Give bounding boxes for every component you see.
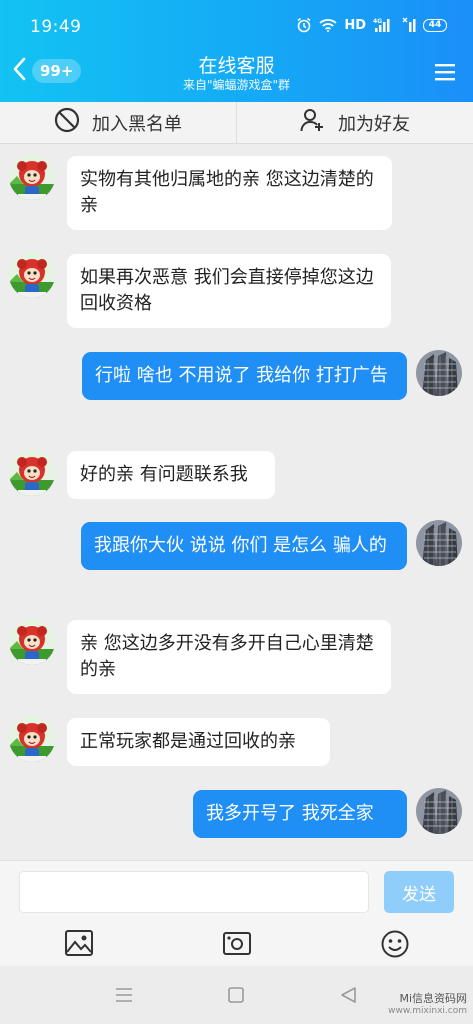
signal-icon: 4G xyxy=(373,17,395,33)
status-bar: 19:49 HD 4G 44 xyxy=(0,0,473,50)
page-subtitle: 来自"蝙蝠游戏盒"群 xyxy=(182,78,291,92)
status-icons: HD 4G 44 xyxy=(296,17,447,33)
back-nav-icon[interactable] xyxy=(338,986,358,1008)
message-bubble[interactable]: 亲 您这边多开没有多开自己心里清楚的亲 xyxy=(67,620,391,694)
system-navigation-bar: Mi信息资码网 www.mixinxi.com xyxy=(0,966,473,1024)
block-label: 加入黑名单 xyxy=(92,113,182,135)
watermark-url: www.mixinxi.com xyxy=(388,1006,467,1016)
user-avatar[interactable] xyxy=(416,788,462,834)
message-bubble[interactable]: 正常玩家都是通过回收的亲 xyxy=(67,718,330,766)
agent-avatar[interactable] xyxy=(9,154,55,200)
camera-icon[interactable] xyxy=(222,929,252,961)
watermark-name: Mi信息资码网 xyxy=(399,992,467,1005)
nav-bar: 99+ 在线客服 来自"蝙蝠游戏盒"群 xyxy=(0,50,473,102)
wifi-icon xyxy=(319,17,337,33)
add-friend-button[interactable]: 加为好友 xyxy=(237,102,473,143)
action-bar: 加入黑名单 加为好友 xyxy=(0,102,473,144)
send-button[interactable]: 发送 xyxy=(384,871,454,913)
home-icon[interactable] xyxy=(227,986,245,1008)
emoji-icon[interactable] xyxy=(380,929,410,963)
network-label: HD xyxy=(344,17,366,33)
status-time: 19:49 xyxy=(30,17,82,37)
message-bubble[interactable]: 我跟你大伙 说说 你们 是怎么 骗人的 xyxy=(81,522,407,570)
agent-avatar[interactable] xyxy=(9,619,55,665)
block-button[interactable]: 加入黑名单 xyxy=(0,102,236,143)
agent-avatar[interactable] xyxy=(9,450,55,496)
add-user-icon xyxy=(300,107,326,138)
user-avatar[interactable] xyxy=(416,350,462,396)
menu-button[interactable] xyxy=(434,62,456,86)
hamburger-menu-icon xyxy=(434,64,456,86)
signal-x-icon xyxy=(402,17,416,33)
message-bubble[interactable]: 好的亲 有问题联系我 xyxy=(67,451,275,499)
message-input[interactable] xyxy=(19,871,369,913)
message-bubble[interactable]: 实物有其他归属地的亲 您这边清楚的亲 xyxy=(67,156,392,230)
input-area: 发送 xyxy=(0,860,473,966)
message-bubble[interactable]: 我多开号了 我死全家 xyxy=(193,790,407,838)
page-title: 在线客服 xyxy=(198,55,275,77)
message-bubble[interactable]: 如果再次恶意 我们会直接停掉您这边回收资格 xyxy=(67,254,391,328)
watermark: Mi信息资码网 www.mixinxi.com xyxy=(388,992,467,1018)
block-icon xyxy=(54,107,80,138)
user-avatar[interactable] xyxy=(416,520,462,566)
title-block: 在线客服 来自"蝙蝠游戏盒"群 xyxy=(0,54,473,93)
alarm-icon xyxy=(296,17,312,33)
message-bubble[interactable]: 行啦 啥也 不用说了 我给你 打打广告 xyxy=(82,352,407,400)
agent-avatar[interactable] xyxy=(9,252,55,298)
image-icon[interactable] xyxy=(64,929,94,961)
recent-apps-icon[interactable] xyxy=(114,986,134,1008)
add-friend-label: 加为好友 xyxy=(338,113,410,135)
agent-avatar[interactable] xyxy=(9,716,55,762)
chat-area[interactable]: 实物有其他归属地的亲 您这边清楚的亲 如果再次恶意 我们会直接停掉您这边回收资格… xyxy=(0,144,473,860)
battery-indicator: 44 xyxy=(423,18,447,32)
header: 19:49 HD 4G 44 99+ 在线客服 来自"蝙蝠游戏盒"群 xyxy=(0,0,473,102)
signal-tag: 4G xyxy=(373,18,382,25)
